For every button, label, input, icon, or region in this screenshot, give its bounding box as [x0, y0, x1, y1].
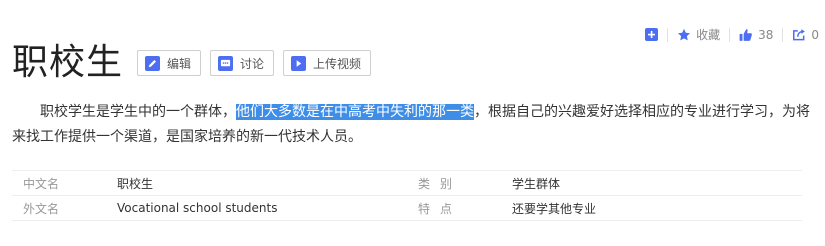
discuss-button-label: 讨论 — [240, 56, 265, 71]
info-value: Vocational school students — [117, 201, 278, 215]
plus-square-icon — [645, 28, 659, 41]
toolbar-divider — [782, 27, 784, 42]
basic-info-table: 中文名 职校生 类别 学生群体 外文名 Vocational school st… — [12, 170, 802, 221]
pencil-icon — [145, 55, 161, 71]
share-count: 0 — [811, 27, 819, 42]
info-row: 外文名 Vocational school students 特点 还要学其他专… — [12, 196, 802, 221]
thumbs-up-icon — [739, 28, 753, 41]
action-toolbar: 收藏 38 0 — [645, 26, 819, 43]
toolbar-divider — [667, 27, 669, 42]
page-title: 职校生 — [12, 42, 124, 83]
share-icon — [793, 28, 806, 40]
chat-icon — [218, 55, 234, 71]
play-icon — [291, 55, 307, 71]
summary-text-start: 职校学生是学生中的一个群体， — [40, 104, 236, 120]
edit-button[interactable]: 编辑 — [137, 50, 202, 76]
entry-header: 职校生 编辑 讨论 上传视频 — [12, 38, 380, 88]
info-label: 类别 — [418, 176, 463, 191]
info-row: 中文名 职校生 类别 学生群体 — [12, 170, 802, 196]
favorite-button[interactable]: 收藏 — [677, 26, 720, 43]
summary-paragraph: 职校学生是学生中的一个群体，他们大多数是在中高考中失利的那一类，根据自己的兴趣爱… — [12, 100, 812, 150]
info-value: 还要学其他专业 — [512, 201, 597, 216]
info-label: 中文名 — [23, 176, 60, 191]
selected-text[interactable]: 他们大多数是在中高考中失利的那一类 — [236, 104, 474, 120]
favorite-label: 收藏 — [696, 28, 721, 42]
edit-button-label: 编辑 — [167, 56, 192, 71]
info-value: 职校生 — [117, 176, 154, 191]
like-count: 38 — [758, 27, 774, 42]
info-label: 外文名 — [23, 201, 60, 216]
like-button[interactable]: 38 — [739, 28, 773, 42]
star-icon — [678, 28, 691, 40]
info-value: 学生群体 — [512, 176, 561, 191]
add-button[interactable] — [645, 28, 659, 41]
discuss-button[interactable]: 讨论 — [210, 50, 275, 76]
toolbar-divider — [729, 27, 731, 42]
upload-video-button-label: 上传视频 — [313, 56, 362, 71]
info-label: 特点 — [418, 201, 463, 216]
share-button[interactable]: 0 — [792, 28, 819, 42]
upload-video-button[interactable]: 上传视频 — [283, 50, 372, 76]
